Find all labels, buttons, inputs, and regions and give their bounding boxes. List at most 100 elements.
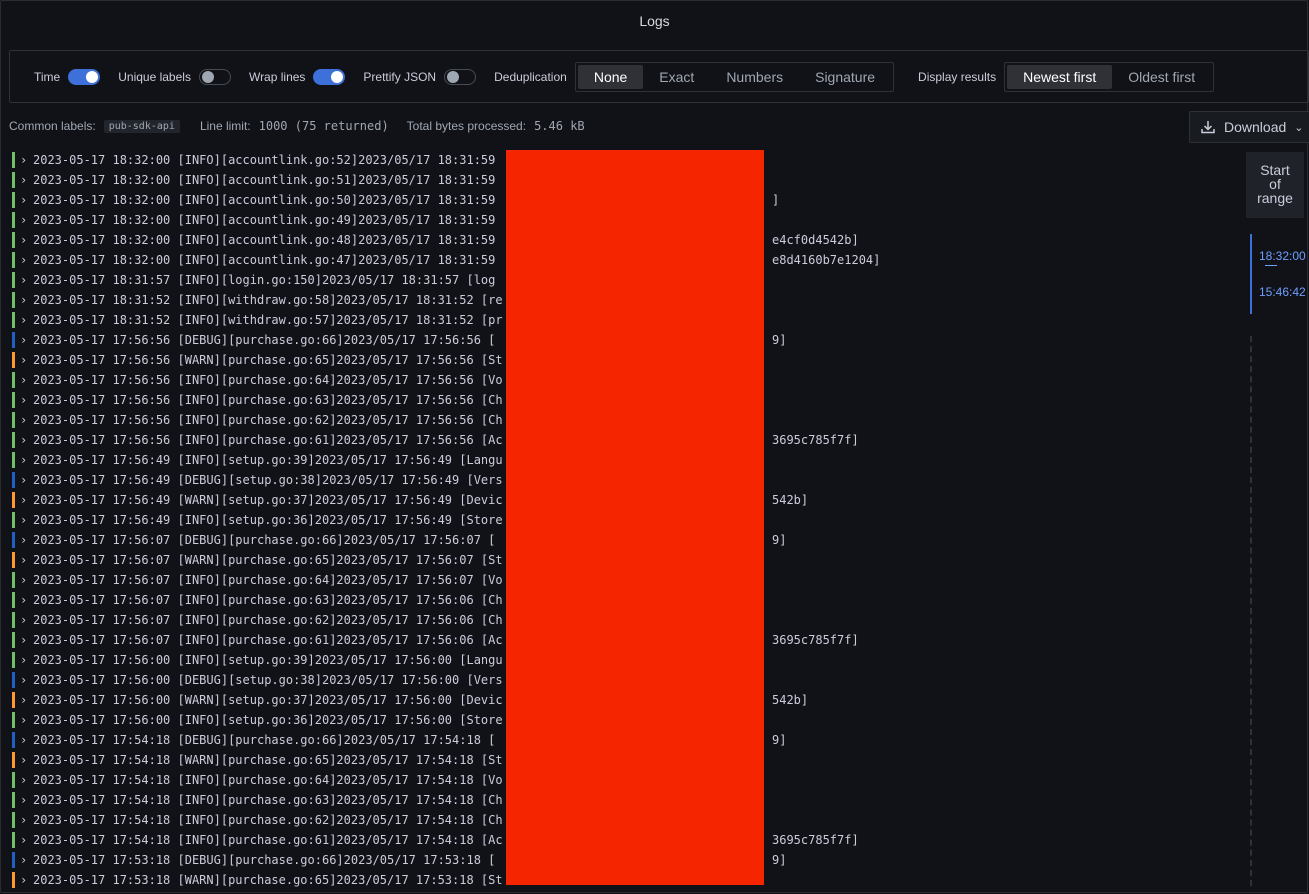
log-line-text: 2023-05-17 17:56:07 [INFO][purchase.go:6… [33, 573, 503, 587]
expand-chevron-icon[interactable]: › [20, 810, 33, 830]
expand-chevron-icon[interactable]: › [20, 490, 33, 510]
expand-chevron-icon[interactable]: › [20, 610, 33, 630]
wrap-lines-toggle[interactable] [313, 68, 346, 85]
log-line-text: 2023-05-17 17:56:56 [INFO][purchase.go:6… [33, 373, 503, 387]
line-limit-label: Line limit: [199, 119, 251, 133]
log-line-text: 2023-05-17 18:32:00 [INFO][accountlink.g… [33, 193, 496, 207]
log-line-text: 2023-05-17 17:54:18 [INFO][purchase.go:6… [33, 793, 503, 807]
display-results-label: Display results [918, 69, 997, 84]
dedup-none-option[interactable]: None [577, 64, 644, 89]
log-level-indicator [12, 352, 15, 368]
log-line-text: 2023-05-17 17:56:56 [INFO][purchase.go:6… [33, 433, 503, 447]
expand-chevron-icon[interactable]: › [20, 450, 33, 470]
expand-chevron-icon[interactable]: › [20, 190, 33, 210]
log-line-text: 2023-05-17 17:56:00 [WARN][setup.go:37]2… [33, 693, 503, 707]
wrap-lines-option: Wrap lines [249, 68, 346, 85]
range-head-line-2: of [1269, 176, 1281, 192]
log-line-text: 2023-05-17 18:31:57 [INFO][login.go:150]… [33, 273, 496, 287]
time-toggle[interactable] [68, 68, 101, 85]
expand-chevron-icon[interactable]: › [20, 650, 33, 670]
expand-chevron-icon[interactable]: › [20, 350, 33, 370]
expand-chevron-icon[interactable]: › [20, 510, 33, 530]
expand-chevron-icon[interactable]: › [20, 710, 33, 730]
expand-chevron-icon[interactable]: › [20, 270, 33, 290]
expand-chevron-icon[interactable]: › [20, 470, 33, 490]
log-line-text: 2023-05-17 17:56:00 [INFO][setup.go:39]2… [33, 653, 503, 667]
expand-chevron-icon[interactable]: › [20, 150, 33, 170]
prettify-json-toggle[interactable] [444, 68, 477, 85]
expand-chevron-icon[interactable]: › [20, 210, 33, 230]
log-level-indicator [12, 432, 15, 448]
unique-labels-option: Unique labels [118, 68, 231, 85]
log-level-indicator [12, 232, 15, 248]
common-labels-label: Common labels: [9, 119, 96, 133]
expand-chevron-icon[interactable]: › [20, 870, 33, 890]
log-level-indicator [12, 292, 15, 308]
log-line-tail: 542b] [772, 693, 809, 707]
log-line-text: 2023-05-17 18:32:00 [INFO][accountlink.g… [33, 213, 496, 227]
expand-chevron-icon[interactable]: › [20, 750, 33, 770]
newest-first-option[interactable]: Newest first [1007, 64, 1113, 89]
expand-chevron-icon[interactable]: › [20, 590, 33, 610]
dedup-exact-option[interactable]: Exact [643, 65, 710, 89]
expand-chevron-icon[interactable]: › [20, 830, 33, 850]
expand-chevron-icon[interactable]: › [20, 330, 33, 350]
log-line-text: 2023-05-17 17:56:07 [INFO][purchase.go:6… [33, 613, 503, 627]
log-level-indicator [12, 372, 15, 388]
log-line-tail: e4cf0d4542b] [772, 233, 859, 247]
log-meta-row: Common labels: pub-sdk-api Line limit: 1… [9, 117, 603, 135]
log-line-text: 2023-05-17 18:32:00 [INFO][accountlink.g… [33, 233, 496, 247]
log-line-text: 2023-05-17 17:56:07 [DEBUG][purchase.go:… [33, 533, 496, 547]
expand-chevron-icon[interactable]: › [20, 770, 33, 790]
log-line-tail: 9] [772, 333, 787, 347]
unique-labels-toggle[interactable] [198, 68, 231, 85]
expand-chevron-icon[interactable]: › [20, 670, 33, 690]
visible-range-indicator[interactable]: 18:32:00 15:46:42 [1250, 234, 1309, 314]
prettify-json-label: Prettify JSON [363, 69, 437, 84]
expand-chevron-icon[interactable]: › [20, 230, 33, 250]
log-level-indicator [12, 792, 15, 808]
expand-chevron-icon[interactable]: › [20, 630, 33, 650]
expand-chevron-icon[interactable]: › [20, 850, 33, 870]
redaction-block [506, 150, 764, 885]
expand-chevron-icon[interactable]: › [20, 550, 33, 570]
log-line-text: 2023-05-17 17:54:18 [WARN][purchase.go:6… [33, 753, 503, 767]
expand-chevron-icon[interactable]: › [20, 290, 33, 310]
dedup-signature-option[interactable]: Signature [799, 65, 891, 89]
log-level-indicator [12, 852, 15, 868]
oldest-first-option[interactable]: Oldest first [1112, 65, 1211, 89]
expand-chevron-icon[interactable]: › [20, 690, 33, 710]
log-level-indicator [12, 692, 15, 708]
line-limit-value: 1000 (75 returned) [258, 119, 389, 133]
expand-chevron-icon[interactable]: › [20, 790, 33, 810]
log-line-tail: e8d4160b7e1204] [772, 253, 881, 267]
expand-chevron-icon[interactable]: › [20, 170, 33, 190]
start-of-range-marker[interactable]: Start of range [1246, 152, 1304, 218]
expand-chevron-icon[interactable]: › [20, 390, 33, 410]
download-button[interactable]: Download ⌄ [1189, 111, 1309, 143]
log-line-text: 2023-05-17 17:54:18 [DEBUG][purchase.go:… [33, 733, 496, 747]
dedup-numbers-option[interactable]: Numbers [710, 65, 799, 89]
log-line-text: 2023-05-17 18:31:52 [INFO][withdraw.go:5… [33, 313, 503, 327]
log-line-text: 2023-05-17 17:56:56 [INFO][purchase.go:6… [33, 393, 503, 407]
log-line-text: 2023-05-17 17:56:49 [INFO][setup.go:36]2… [33, 513, 503, 527]
log-level-indicator [12, 392, 15, 408]
common-label-chip: pub-sdk-api [103, 119, 180, 133]
log-line-text: 2023-05-17 17:56:49 [INFO][setup.go:39]2… [33, 453, 503, 467]
expand-chevron-icon[interactable]: › [20, 430, 33, 450]
expand-chevron-icon[interactable]: › [20, 730, 33, 750]
expand-chevron-icon[interactable]: › [20, 570, 33, 590]
expand-chevron-icon[interactable]: › [20, 370, 33, 390]
expand-chevron-icon[interactable]: › [20, 250, 33, 270]
display-results-radio-group: Newest first Oldest first [1004, 61, 1215, 92]
expand-chevron-icon[interactable]: › [20, 410, 33, 430]
expand-chevron-icon[interactable]: › [20, 310, 33, 330]
expand-chevron-icon[interactable]: › [20, 530, 33, 550]
log-line-tail: 9] [772, 853, 787, 867]
time-option: Time [34, 68, 101, 85]
time-label: Time [34, 69, 61, 84]
deduplication-radio-group: None Exact Numbers Signature [574, 61, 895, 92]
range-head-line-3: range [1257, 190, 1293, 206]
log-level-indicator [12, 492, 15, 508]
log-line-text: 2023-05-17 18:32:00 [INFO][accountlink.g… [33, 253, 496, 267]
